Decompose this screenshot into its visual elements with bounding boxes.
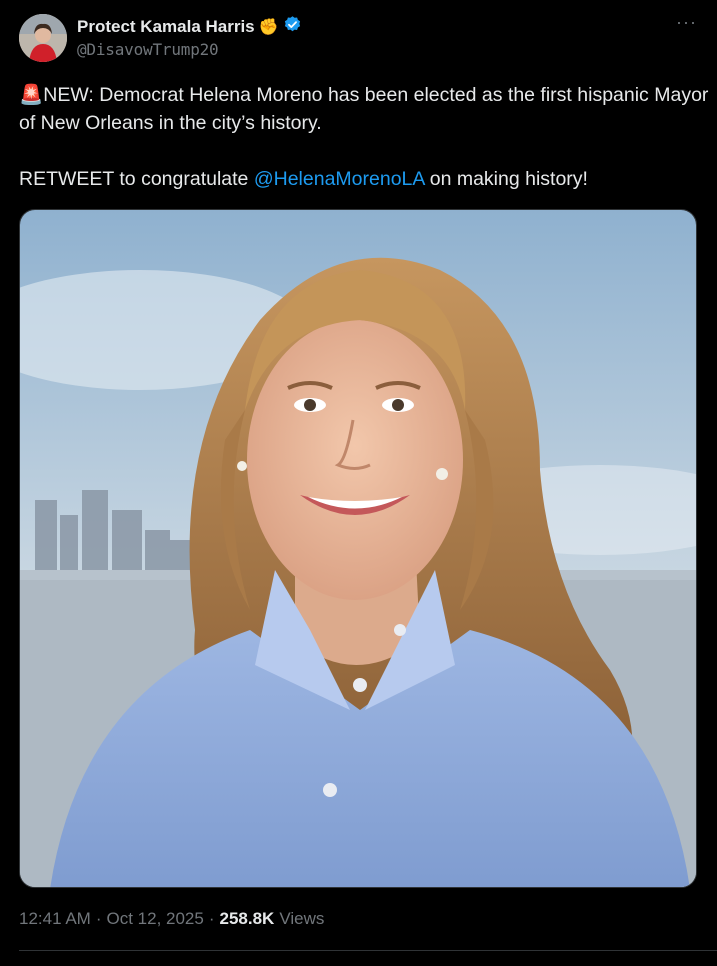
views-count[interactable]: 258.8K: [220, 909, 275, 929]
verified-badge-icon: [283, 15, 302, 39]
tweet-cta-suffix: on making history!: [424, 168, 588, 190]
tweet-line-1: 🚨NEW: Democrat Helena Moreno has been el…: [19, 81, 709, 137]
alert-emoji: 🚨: [19, 84, 44, 106]
tweet-cta-text: RETWEET to congratulate: [19, 168, 254, 190]
more-options-icon[interactable]: ···: [676, 12, 697, 33]
author-name[interactable]: Protect Kamala Harris: [77, 17, 255, 37]
tweet-photo[interactable]: [19, 209, 697, 888]
avatar[interactable]: [19, 14, 67, 62]
divider: [19, 950, 717, 951]
tweet-time[interactable]: 12:41 AM: [19, 909, 91, 929]
portrait-image: [20, 210, 696, 887]
mention-link[interactable]: @HelenaMorenoLA: [254, 168, 424, 190]
fist-emoji: ✊: [258, 19, 279, 36]
tweet-date[interactable]: Oct 12, 2025: [107, 909, 204, 929]
meta-separator: ·: [208, 909, 215, 928]
author-name-row[interactable]: Protect Kamala Harris ✊: [77, 15, 302, 39]
author-handle[interactable]: @DisavowTrump20: [77, 40, 219, 59]
tweet-text: 🚨NEW: Democrat Helena Moreno has been el…: [19, 81, 709, 193]
views-label: Views: [279, 909, 325, 928]
tweet-line-2: RETWEET to congratulate @HelenaMorenoLA …: [19, 165, 709, 193]
tweet-headline: NEW: Democrat Helena Moreno has been ele…: [19, 84, 709, 134]
tweet-meta: 12:41 AM · Oct 12, 2025 · 258.8K Views: [19, 909, 324, 929]
meta-separator: ·: [95, 909, 102, 928]
